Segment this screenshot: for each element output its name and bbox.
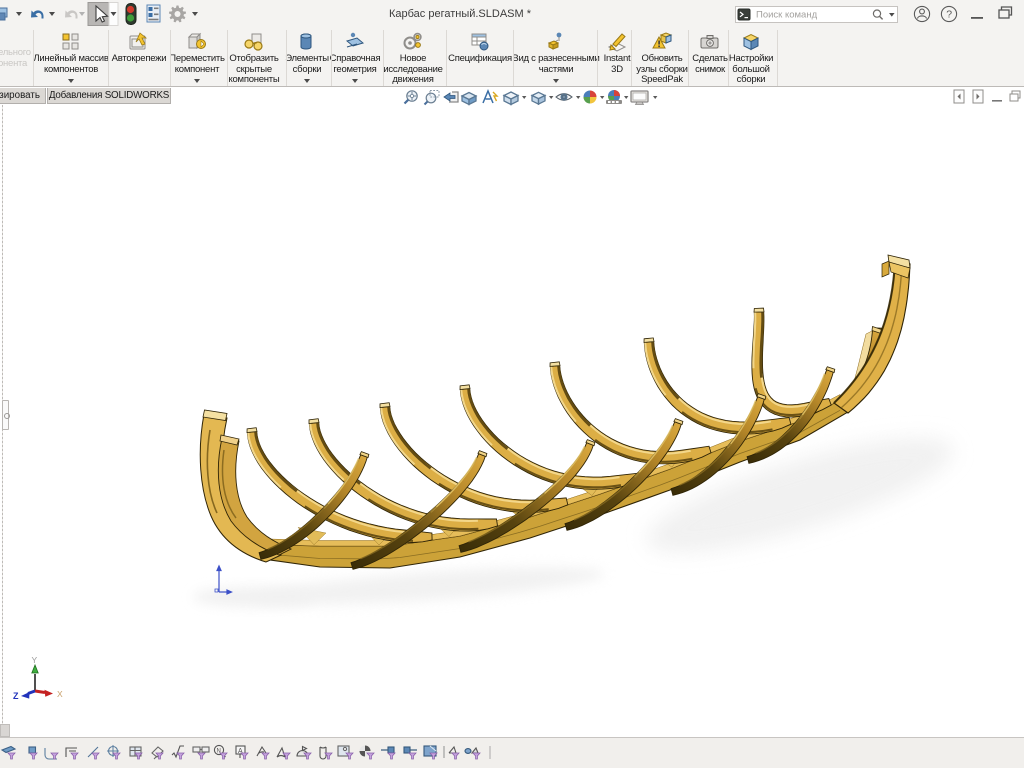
svg-text:?: ? xyxy=(946,9,952,21)
svg-text:Z: Z xyxy=(13,691,19,701)
svg-text:X: X xyxy=(57,689,63,699)
svg-text:Y: Y xyxy=(32,655,38,665)
svg-text:Поиск команд: Поиск команд xyxy=(756,10,818,21)
